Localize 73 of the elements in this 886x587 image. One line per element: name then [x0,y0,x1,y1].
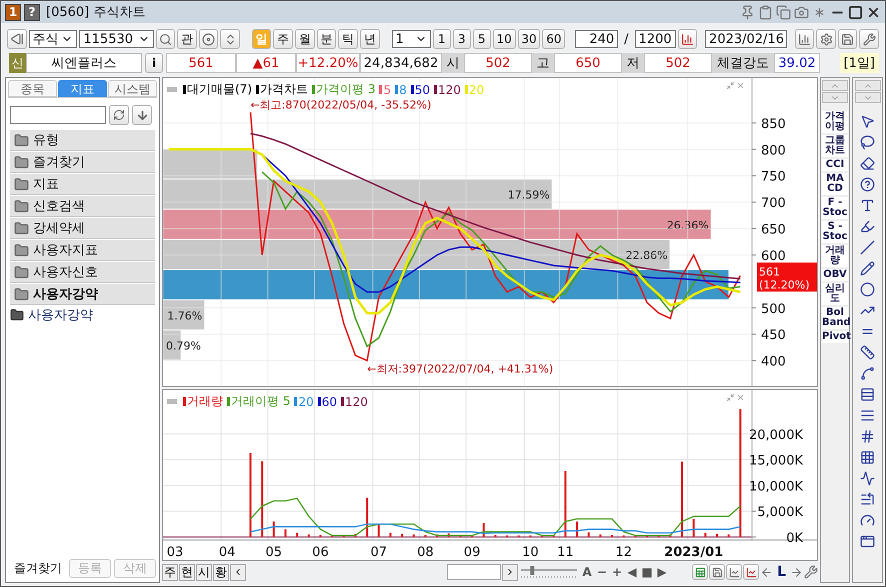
y-tick-label: 700 [761,196,786,212]
percent-label: 26.36% [666,218,709,232]
percent-label: 0.79% [166,340,201,353]
axis-label: 20,000K [748,428,803,443]
legend-label: 60 [322,394,338,408]
field-label: 고 [532,53,554,73]
y-tick-label: 450 [761,328,786,344]
axis-label: 2023/01 [664,545,724,560]
axis-label: 11 [557,545,574,560]
axis-label: 10,000K [748,479,803,494]
value-cell: 650 [554,53,622,73]
rate-cell: +12.20% [296,53,360,73]
legend-label: 거래이평 5 [231,393,290,410]
credit-badge: 신 [9,53,26,73]
y-tick-label: 0K [786,531,804,546]
axis-label: 06 [312,545,329,560]
axis-label: 0K [752,531,803,546]
axis-label: 600 [752,248,786,264]
value-cell: 502 [464,53,532,73]
axis-label: 04 [218,545,236,560]
axis-label: 400 [752,354,786,370]
legend-label: 8 [399,82,407,96]
y-tick-label: 850 [761,116,786,132]
y-tick-label: 800 [761,143,786,158]
separator-label: / [624,32,629,46]
legend-label: 대기매물(7) [187,81,252,98]
axis-label: 10 [522,545,539,560]
legend-label: 가격이평 3 [316,81,376,98]
annotation-label: ←최고:870(2022/05/04, -35.52%) [250,98,432,112]
period-tag: [1일] [840,53,879,73]
percent-label: 17.59% [508,188,550,202]
legend-label: 120 [438,82,461,96]
y-tick-label: 600 [761,248,786,264]
price-cell: 561 [166,53,236,73]
legend-label: 120 [345,394,368,408]
axis-label: 09 [464,545,480,560]
window-title: [0560] 주식차트 [46,4,146,21]
value-cell: 39.02 [774,53,820,73]
axis-label: 850 [752,116,786,132]
axis-label: 08 [417,545,434,560]
axis-label: 650 [752,222,786,238]
y-tick-label: 500 [761,302,786,317]
footer-label: 즐겨찾기 [14,560,62,577]
axis-label: 750 [752,170,786,185]
percent-label: 22.86% [626,248,668,262]
y-tick-label: 650 [761,222,786,238]
axis-label: 05 [266,545,282,560]
axis-label: 500 [752,302,786,317]
axis-label: 700 [752,196,786,212]
legend-label: 50 [414,82,430,96]
value-cell: 502 [644,53,712,73]
axis-label: 450 [752,328,786,344]
last-price-tag: 561 (12.20%) [757,262,817,292]
axis-label: 03 [166,545,184,560]
percent-label: 1.76% [167,309,202,322]
field-label: 시 [442,53,464,73]
legend-label: 거래량 [187,393,223,410]
axis-label: 12 [615,545,632,560]
legend-label: 가격차트 [260,81,308,98]
field-label: 체결강도 [712,53,774,73]
change-cell: ▲61 [236,53,296,73]
volume-cell: 24,834,682 [360,53,442,73]
legend-label: 20 [468,82,484,96]
annotation-label: ←최저:397(2022/07/04, +41.31%) [367,362,554,376]
axis-label: 800 [752,143,786,158]
y-tick-label: 750 [761,170,786,185]
y-tick-label: 400 [761,354,786,370]
legend-label: 20 [298,394,314,408]
axis-label: 5,000K [752,505,803,520]
field-label: 저 [622,53,644,73]
axis-label: 15,000K [748,454,803,469]
legend-label: 5 [383,82,392,96]
axis-label: 07 [370,545,388,560]
